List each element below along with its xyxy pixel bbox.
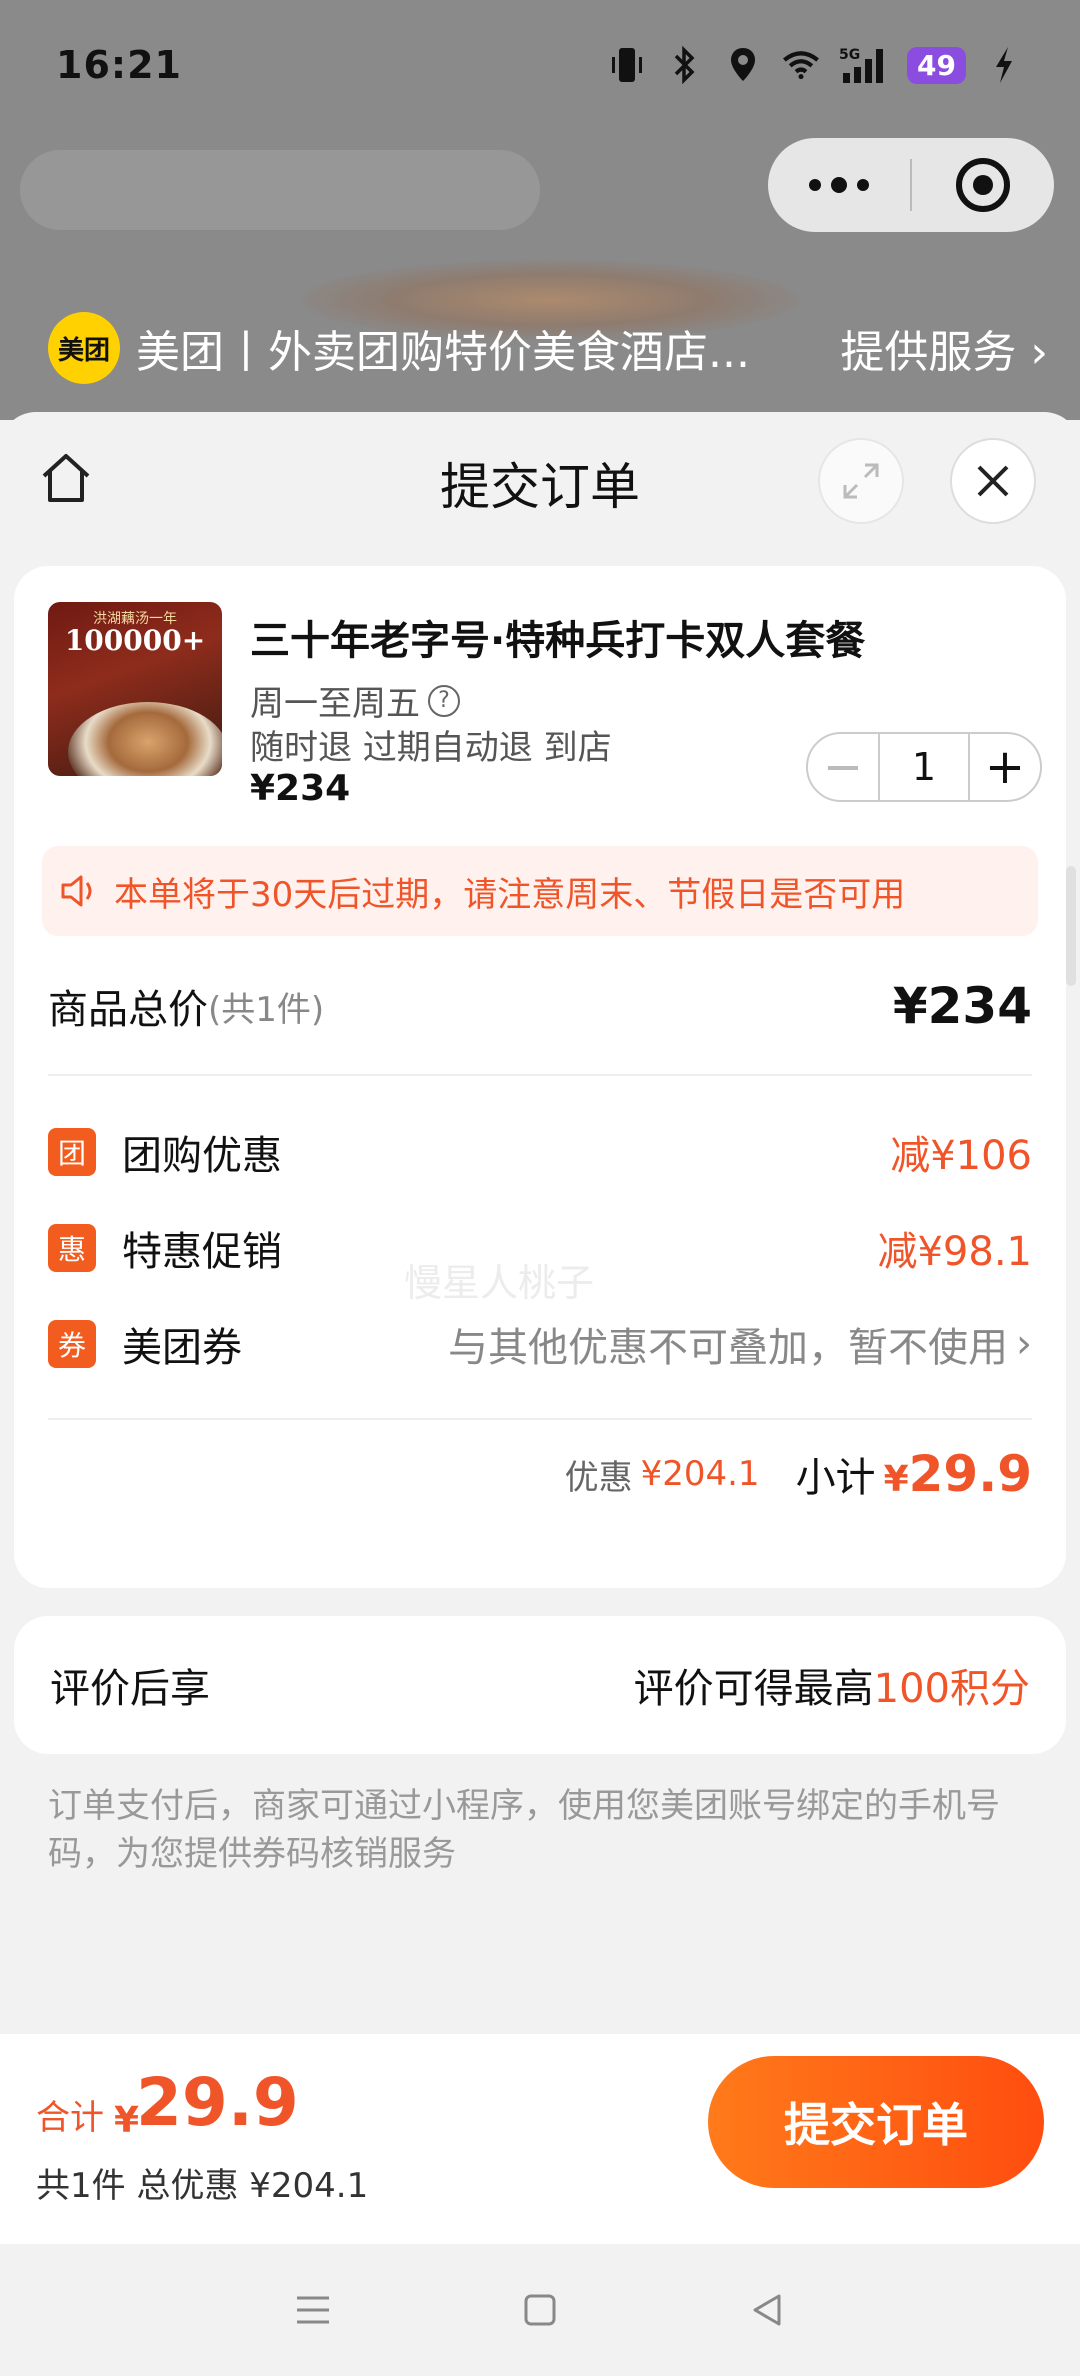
discount-total-label: 优惠	[564, 1457, 633, 1498]
coupon-badge: 券	[48, 1320, 96, 1368]
review-card[interactable]: 评价后享 评价可得最高100积分	[14, 1616, 1066, 1754]
home-nav-button[interactable]	[510, 2280, 570, 2340]
goods-count: (共1件)	[208, 989, 325, 1030]
quantity-stepper: − 1 +	[806, 732, 1042, 802]
battery-level: 49	[907, 46, 966, 84]
close-icon	[977, 465, 1009, 497]
review-label: 评价后享	[50, 1666, 210, 1712]
exit-button[interactable]	[912, 138, 1054, 232]
home-icon	[42, 454, 90, 502]
page-title: 提交订单	[440, 458, 640, 516]
chevron-right-icon: ›	[1016, 327, 1048, 378]
checkout-bar: 合计 ¥ 29.9 共1件 总优惠 ¥204.1 提交订单	[0, 2034, 1080, 2244]
discount-value: 减¥98.1	[877, 1229, 1032, 1275]
home-button[interactable]	[34, 446, 98, 510]
service-link[interactable]: 提供服务 ›	[840, 316, 1048, 380]
menu-button[interactable]	[283, 2280, 343, 2340]
sheet-header: 提交订单	[0, 412, 1080, 554]
discount-label: 特惠促销	[122, 1229, 282, 1275]
discount-value: 减¥106	[890, 1133, 1032, 1179]
chevron-right-icon: ›	[1016, 1321, 1032, 1367]
service-link-label: 提供服务	[840, 327, 1017, 378]
discount-label: 团购优惠	[122, 1133, 282, 1179]
review-reward: 评价可得最高100积分	[634, 1656, 1030, 1714]
target-icon	[956, 158, 1010, 212]
goods-total-label: 商品总价	[48, 987, 208, 1033]
availability-text: 周一至周五	[250, 684, 420, 724]
subtotal-label: 小计	[795, 1455, 876, 1501]
service-tip: 订单支付后，商家可通过小程序，使用您美团账号绑定的手机号码，为您提供券码核销服务	[48, 1786, 1000, 1874]
subtotal-value: ¥29.9	[884, 1445, 1032, 1503]
provider-name: 美团丨外卖团购特价美食酒店...	[136, 327, 750, 378]
product-policy: 随时退 过期自动退 到店	[250, 728, 612, 768]
bluetooth-icon	[665, 45, 705, 85]
coupon-hint: 与其他优惠不可叠加，暂不使用 ›	[448, 1315, 1032, 1373]
status-icons: 5G 49	[607, 45, 1024, 85]
scrollbar[interactable]	[1066, 866, 1076, 986]
help-icon[interactable]: ?	[428, 684, 460, 717]
expiry-notice: 本单将于30天后过期，请注意周末、节假日是否可用	[42, 846, 1038, 936]
expand-button[interactable]	[818, 438, 904, 524]
groupbuy-badge: 团	[48, 1128, 96, 1176]
sum-detail: 共1件 总优惠 ¥204.1	[36, 2166, 369, 2206]
notice-text: 本单将于30天后过期，请注意周末、节假日是否可用	[114, 874, 906, 915]
discount-row-groupbuy: 团 团购优惠 减¥106	[48, 1112, 1032, 1192]
menu-icon	[297, 2296, 330, 2324]
goods-total-row: 商品总价 (共1件) ¥234	[48, 956, 1032, 1056]
charging-icon	[984, 45, 1024, 85]
subtotal-amount: 29.9	[908, 1445, 1032, 1503]
wifi-icon	[781, 45, 821, 85]
discount-row-coupon[interactable]: 券 美团券 与其他优惠不可叠加，暂不使用 ›	[48, 1304, 1032, 1384]
sum-value: 29.9	[136, 2064, 299, 2141]
discount-row-promotion: 惠 特惠促销 减¥98.1	[48, 1208, 1032, 1288]
divider	[48, 1418, 1032, 1420]
goods-total-amount: ¥234	[892, 977, 1032, 1035]
product-title: 三十年老字号·特种兵打卡双人套餐	[250, 618, 866, 664]
expand-icon	[843, 463, 879, 499]
thumbnail-count: 100000+	[64, 624, 206, 657]
thumbnail-dish	[68, 702, 222, 776]
sum-label: 合计	[36, 2098, 104, 2138]
status-time: 16:21	[56, 43, 182, 87]
back-icon	[753, 2294, 781, 2326]
location-icon	[723, 45, 763, 85]
increase-button[interactable]: +	[970, 734, 1040, 800]
product-item: 洪湖藕汤一年 100000+ 三十年老字号·特种兵打卡双人套餐 周一至周五 ? …	[48, 602, 1042, 822]
order-card: 洪湖藕汤一年 100000+ 三十年老字号·特种兵打卡双人套餐 周一至周五 ? …	[14, 566, 1076, 1588]
service-provider-bar: 美团 美团丨外卖团购特价美食酒店... 提供服务 ›	[48, 310, 1048, 386]
signal-icon: 5G	[839, 45, 889, 85]
meituan-logo: 美团	[48, 312, 120, 384]
product-availability[interactable]: 周一至周五 ?	[250, 676, 460, 725]
mini-program-capsule	[768, 138, 1054, 232]
back-button[interactable]	[737, 2280, 797, 2340]
square-icon	[524, 2294, 556, 2326]
close-button[interactable]	[950, 438, 1036, 524]
discount-label: 美团券	[122, 1325, 242, 1371]
divider	[48, 1074, 1032, 1076]
submit-order-button[interactable]: 提交订单	[708, 2056, 1044, 2188]
product-price: ¥234	[250, 768, 351, 809]
promotion-badge: 惠	[48, 1224, 96, 1272]
discount-total-value: ¥204.1	[640, 1454, 760, 1494]
quantity-value[interactable]: 1	[878, 734, 970, 800]
subtotal-row: 优惠 ¥204.1 小计 ¥29.9	[48, 1424, 1032, 1524]
blurred-search-bar	[20, 150, 540, 230]
product-thumbnail: 洪湖藕汤一年 100000+	[48, 602, 222, 776]
status-bar: 16:21 5G 49	[0, 0, 1080, 130]
review-reward-prefix: 评价可得最高	[633, 1666, 874, 1712]
subtotal-currency: ¥	[883, 1459, 909, 1500]
review-points: 100积分	[873, 1666, 1030, 1712]
decrease-button[interactable]: −	[808, 734, 878, 800]
svg-text:5G: 5G	[839, 47, 860, 63]
vibrate-icon	[607, 45, 647, 85]
system-nav-bar	[0, 2244, 1080, 2376]
coupon-hint-text: 与其他优惠不可叠加，暂不使用	[448, 1325, 1008, 1371]
more-icon[interactable]	[768, 138, 910, 232]
speaker-icon	[54, 866, 104, 916]
